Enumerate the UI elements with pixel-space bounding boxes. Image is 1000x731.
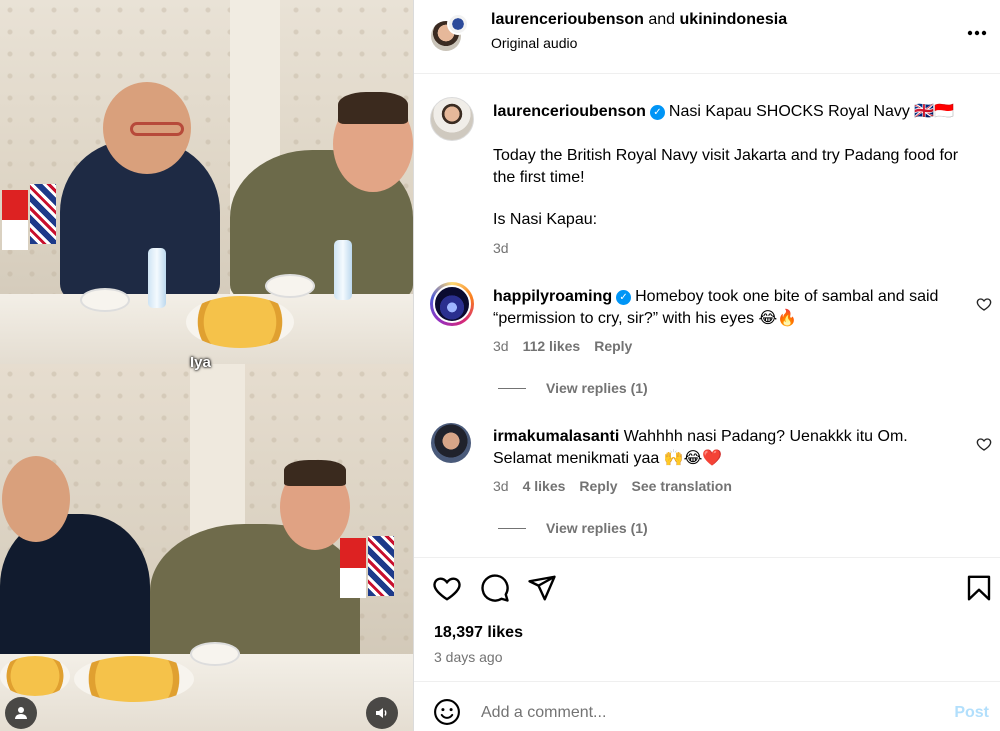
emoji-picker-icon[interactable] (433, 698, 461, 726)
caption-time: 3d (493, 240, 509, 256)
comment-bubble-icon[interactable] (480, 573, 510, 603)
caption-username[interactable]: laurencerioubenson (493, 103, 646, 120)
caption-flags: 🇬🇧🇮🇩 (914, 103, 955, 120)
comment-likes[interactable]: 112 likes (523, 338, 581, 354)
caption-title-line: laurencerioubenson ✓ Nasi Kapau SHOCKS Roy… (493, 101, 968, 123)
comment-meta: 3d 4 likes Reply See translation (493, 478, 746, 494)
post-date: 3 days ago (434, 649, 503, 665)
comments-scroll-area[interactable]: laurencerioubenson ✓ Nasi Kapau SHOCKS Roy… (414, 75, 1000, 557)
save-bookmark-icon[interactable] (964, 573, 994, 603)
view-replies-label: View replies (1) (546, 380, 648, 396)
comment-avatar[interactable] (430, 282, 474, 326)
caption-title: Nasi Kapau SHOCKS Royal Navy (668, 103, 910, 120)
comment-text-block: happilyroaming ✓ Homeboy took one bite of … (493, 286, 968, 330)
more-options-icon[interactable] (967, 22, 987, 36)
comment-likes[interactable]: 4 likes (523, 478, 566, 494)
person-icon (15, 707, 27, 719)
post-header: laurencerioubenson and ukinindonesia Ori… (414, 0, 1000, 74)
header-names: laurencerioubenson and ukinindonesia (491, 11, 787, 29)
caption-body: Today the British Royal Navy visit Jakar… (493, 147, 959, 186)
like-comment-heart-icon[interactable] (976, 436, 992, 452)
view-replies-label: View replies (1) (546, 520, 648, 536)
emoji-plate (186, 296, 294, 348)
like-heart-icon[interactable] (432, 573, 462, 603)
share-send-icon[interactable] (527, 573, 557, 603)
comment-meta: 3d 112 likes Reply (493, 338, 646, 354)
user-tag-button[interactable] (5, 697, 37, 729)
like-comment-heart-icon[interactable] (976, 296, 992, 312)
view-replies-button[interactable]: View replies (1) (498, 380, 648, 396)
collaborator-username[interactable]: ukinindonesia (680, 11, 788, 28)
collaborator-avatar[interactable] (447, 13, 469, 35)
post-comment-button[interactable]: Post (954, 704, 989, 722)
speaker-icon (376, 708, 387, 718)
comment-reply-button[interactable]: Reply (594, 338, 632, 354)
caption-question: Is Nasi Kapau: (493, 211, 598, 228)
reel-video[interactable]: Iya (0, 0, 413, 731)
verified-badge-icon: ✓ (649, 105, 665, 120)
caption-meta: 3d (493, 240, 523, 256)
comment-username[interactable]: irmakumalasanti (493, 428, 619, 445)
audio-toggle-button[interactable] (366, 697, 398, 729)
view-replies-button[interactable]: View replies (1) (498, 520, 648, 536)
comment-avatar[interactable] (431, 423, 471, 463)
comment-input[interactable]: Add a comment... (481, 704, 606, 722)
video-subtitle: Iya (190, 354, 211, 371)
verified-badge-icon: ✓ (616, 290, 632, 305)
audio-label[interactable]: Original audio (491, 35, 577, 51)
comment-time: 3d (493, 338, 509, 354)
comment-text-block: irmakumalasanti Wahhhh nasi Padang? Uena… (493, 426, 968, 470)
video-frame-bottom (0, 364, 413, 731)
caption-avatar[interactable] (430, 97, 474, 141)
video-frame-top (0, 0, 413, 364)
comment-username[interactable]: happilyroaming (493, 288, 612, 305)
post-actions: 18,397 likes 3 days ago (414, 557, 1000, 681)
post-panel: laurencerioubenson and ukinindonesia Ori… (413, 0, 1000, 731)
author-username[interactable]: laurencerioubenson (491, 11, 644, 28)
comment-reply-button[interactable]: Reply (579, 478, 617, 494)
comment-time: 3d (493, 478, 509, 494)
comment-composer: Add a comment... Post (414, 681, 1000, 731)
likes-count[interactable]: 18,397 likes (434, 624, 523, 642)
see-translation-button[interactable]: See translation (632, 478, 732, 494)
header-connector: and (648, 11, 676, 28)
